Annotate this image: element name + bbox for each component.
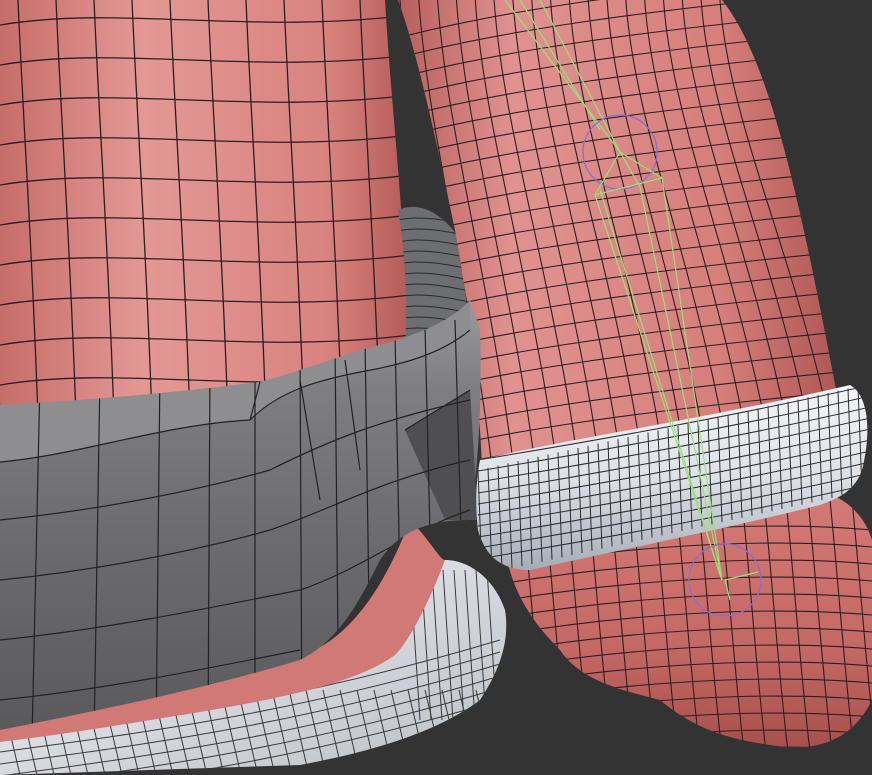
3d-viewport[interactable] [0,0,872,775]
scene-render [0,0,872,775]
